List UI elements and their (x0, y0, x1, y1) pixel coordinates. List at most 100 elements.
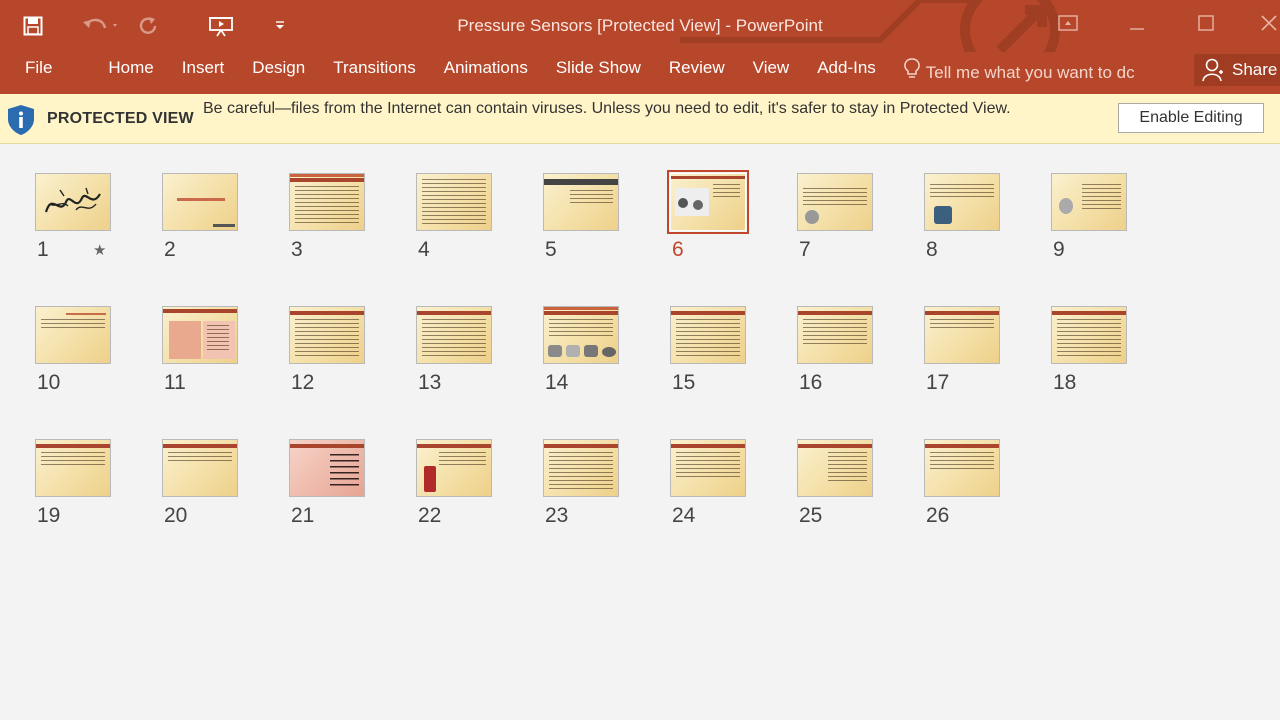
tab-transitions[interactable]: Transitions (319, 52, 430, 94)
slide-number: 9 (1053, 238, 1065, 261)
tab-review[interactable]: Review (655, 52, 739, 94)
slide-thumbnail-13[interactable] (416, 306, 492, 364)
ribbon-tabs: File Home Insert Design Transitions Anim… (0, 52, 1280, 94)
slide-header-band (925, 444, 999, 448)
slide-thumbnail-4[interactable] (416, 173, 492, 231)
slide-text-lines (930, 452, 994, 470)
slide-thumbnail-1[interactable] (35, 173, 111, 231)
slide-thumbnail-26[interactable] (924, 439, 1000, 497)
slide-thumbnail-10[interactable] (35, 306, 111, 364)
slide-header-band (671, 176, 745, 179)
slide-thumbnail-8[interactable] (924, 173, 1000, 231)
tab-view[interactable]: View (739, 52, 804, 94)
tab-home[interactable]: Home (94, 52, 167, 94)
slide-number: 26 (926, 504, 950, 527)
slide-header-band (290, 178, 364, 182)
slide-text-lines (422, 319, 486, 357)
slide-header-band (163, 444, 237, 448)
slide-number: 7 (799, 238, 811, 261)
tell-me-search[interactable]: Tell me what you want to dc (904, 52, 1166, 94)
slide-thumbnail-18[interactable] (1051, 306, 1127, 364)
slide-text-lines (1057, 319, 1121, 357)
slide-thumbnail-2[interactable] (162, 173, 238, 231)
slide-thumbnail-15[interactable] (670, 306, 746, 364)
slide-number: 22 (418, 504, 442, 527)
tab-insert[interactable]: Insert (168, 52, 239, 94)
slide-number: 10 (37, 371, 61, 394)
slide-text-lines (713, 184, 740, 200)
slide-text-lines (330, 454, 359, 486)
slide-thumbnail-20[interactable] (162, 439, 238, 497)
slide-thumbnail-9[interactable] (1051, 173, 1127, 231)
slide-header-band (544, 179, 618, 185)
slide-text-lines (930, 319, 994, 331)
slide-number: 2 (164, 238, 176, 261)
tell-me-placeholder: Tell me what you want to dc (925, 63, 1135, 82)
slide-text-lines (41, 319, 105, 331)
slide-text-lines (549, 452, 613, 490)
slide-thumbnail-17[interactable] (924, 306, 1000, 364)
slide-thumbnail-3[interactable] (289, 173, 365, 231)
slide-number: 3 (291, 238, 303, 261)
maximize-button[interactable] (1171, 0, 1240, 46)
slide-number: 6 (672, 238, 684, 261)
star-icon[interactable]: ★ (93, 241, 106, 259)
protected-view-bar: PROTECTED VIEW Be careful—files from the… (0, 94, 1280, 144)
slide-thumbnail-14[interactable] (543, 306, 619, 364)
minimize-icon (1129, 28, 1144, 30)
slide-number: 1 (37, 238, 49, 261)
slide-number: 20 (164, 504, 188, 527)
slide-header-band (417, 311, 491, 315)
close-icon (1261, 15, 1277, 31)
slide-thumbnail-22[interactable] (416, 439, 492, 497)
protected-view-message: Be careful—files from the Internet can c… (203, 100, 1011, 117)
slide-number: 24 (672, 504, 696, 527)
slide-number: 19 (37, 504, 61, 527)
slide-text-lines (422, 179, 486, 224)
minimize-button[interactable] (1102, 0, 1171, 46)
tab-add-ins[interactable]: Add-Ins (803, 52, 890, 94)
close-button[interactable] (1240, 0, 1280, 46)
tab-slide-show[interactable]: Slide Show (542, 52, 655, 94)
slide-thumbnail-24[interactable] (670, 439, 746, 497)
slide-number: 17 (926, 371, 950, 394)
sensor-image (584, 345, 598, 357)
tab-design[interactable]: Design (238, 52, 319, 94)
slide-text-lines (549, 319, 613, 339)
sensor-image (934, 206, 952, 224)
slide-header-band (798, 311, 872, 315)
slide-number: 12 (291, 371, 315, 394)
slide-number: 16 (799, 371, 823, 394)
slide-thumbnail-21[interactable] (289, 439, 365, 497)
share-button[interactable]: Share (1194, 54, 1280, 86)
slide-number: 14 (545, 371, 569, 394)
slide-thumbnail-6[interactable] (667, 170, 749, 234)
sensor-image (602, 347, 616, 357)
slide-header-band (290, 444, 364, 448)
tab-animations[interactable]: Animations (430, 52, 542, 94)
slide-header-band (163, 309, 237, 313)
slide-thumbnail-16[interactable] (797, 306, 873, 364)
slide-header-band (671, 444, 745, 448)
gauge-image (1059, 198, 1073, 214)
ribbon-display-options-button[interactable] (1033, 0, 1102, 46)
slide-sorter: 1 ★ 2 3 4 5 6 7 8 9 10 11 12 13 14 15 16… (0, 145, 1280, 720)
slide-thumbnail-11[interactable] (162, 306, 238, 364)
slide-thumbnail-23[interactable] (543, 439, 619, 497)
slide-thumbnail-5[interactable] (543, 173, 619, 231)
slide-number: 25 (799, 504, 823, 527)
slide-footer-line (213, 224, 235, 227)
slide-text-lines (803, 188, 867, 208)
slide-text-lines (295, 186, 359, 224)
enable-editing-button[interactable]: Enable Editing (1118, 103, 1264, 133)
sensor-image (693, 200, 703, 210)
slide-header-band (798, 444, 872, 448)
slide-thumbnail-12[interactable] (289, 306, 365, 364)
lightbulb-icon (904, 58, 920, 78)
slide-thumbnail-7[interactable] (797, 173, 873, 231)
slide-number: 11 (164, 371, 186, 394)
slide-thumbnail-25[interactable] (797, 439, 873, 497)
tab-file[interactable]: File (0, 52, 66, 94)
sensor-image (548, 345, 562, 357)
slide-thumbnail-19[interactable] (35, 439, 111, 497)
